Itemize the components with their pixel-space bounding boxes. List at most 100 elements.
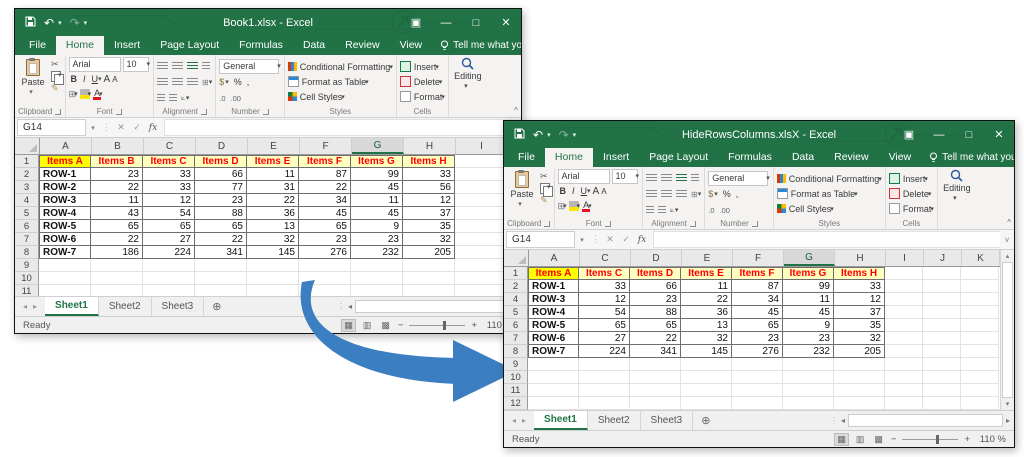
next-sheet-icon[interactable]: ▸ — [33, 302, 37, 311]
number-dialog-launcher[interactable] — [752, 221, 758, 227]
column-header-A[interactable]: A — [40, 138, 92, 154]
value-cell[interactable]: 23 — [732, 332, 783, 345]
value-cell[interactable]: 66 — [195, 168, 247, 181]
value-cell[interactable]: 232 — [783, 345, 834, 358]
expand-formula-bar-icon[interactable]: v — [1000, 235, 1014, 244]
value-cell[interactable]: 66 — [630, 280, 681, 293]
cell[interactable] — [834, 397, 885, 410]
align-left-icon[interactable] — [157, 78, 168, 87]
cell[interactable] — [39, 259, 91, 272]
cell[interactable] — [351, 259, 403, 272]
column-header-C[interactable]: C — [144, 138, 196, 154]
editing-button[interactable]: Editing ▾ — [452, 57, 484, 90]
copy-icon[interactable]: ▾ — [51, 71, 62, 81]
align-center-icon[interactable] — [661, 190, 672, 199]
row-header-11[interactable]: 11 — [504, 384, 528, 397]
value-cell[interactable]: 35 — [834, 319, 885, 332]
ribbon-display-options-icon[interactable]: ▣ — [894, 121, 924, 148]
cell[interactable] — [455, 259, 507, 272]
wrap-text-icon[interactable] — [202, 62, 210, 71]
undo-icon[interactable]: ↶ — [44, 17, 54, 29]
cell[interactable] — [455, 168, 507, 181]
qat-customize-icon[interactable]: ▾ — [573, 131, 577, 139]
align-bottom-icon[interactable] — [676, 174, 687, 183]
cell[interactable] — [834, 371, 885, 384]
header-cell[interactable]: Items D — [195, 155, 247, 168]
cell[interactable] — [579, 397, 630, 410]
value-cell[interactable]: 32 — [247, 233, 299, 246]
header-cell[interactable]: Items C — [143, 155, 195, 168]
cell[interactable] — [681, 358, 732, 371]
value-cell[interactable]: 9 — [351, 220, 403, 233]
cell[interactable] — [885, 358, 923, 371]
cell[interactable] — [143, 259, 195, 272]
value-cell[interactable]: 224 — [579, 345, 630, 358]
shrink-font-button[interactable]: A — [601, 187, 606, 196]
value-cell[interactable]: 145 — [681, 345, 732, 358]
cell[interactable] — [143, 285, 195, 296]
formula-input[interactable] — [164, 119, 521, 136]
cell[interactable] — [961, 371, 999, 384]
value-cell[interactable]: 88 — [195, 207, 247, 220]
value-cell[interactable]: 12 — [403, 194, 455, 207]
value-cell[interactable]: 11 — [91, 194, 143, 207]
header-cell[interactable]: Items D — [630, 267, 681, 280]
value-cell[interactable]: 65 — [195, 220, 247, 233]
value-cell[interactable]: 205 — [834, 345, 885, 358]
row-header-1[interactable]: 1 — [504, 267, 528, 280]
cell[interactable] — [885, 384, 923, 397]
value-cell[interactable]: 23 — [783, 332, 834, 345]
cell[interactable] — [579, 371, 630, 384]
zoom-out-icon[interactable]: − — [891, 434, 897, 445]
row-header-3[interactable]: 3 — [15, 181, 39, 194]
tell-me-box[interactable]: Tell me what you want to do — [432, 36, 522, 55]
grow-font-button[interactable]: A — [104, 74, 111, 85]
row-header-9[interactable]: 9 — [504, 358, 528, 371]
cancel-entry-icon[interactable]: ✕ — [602, 234, 618, 245]
value-cell[interactable]: 11 — [681, 280, 732, 293]
value-cell[interactable]: 224 — [143, 246, 195, 259]
column-header-E[interactable]: E — [682, 250, 733, 266]
header-cell[interactable]: Items E — [247, 155, 299, 168]
name-box-dropdown-icon[interactable]: ▾ — [575, 236, 589, 244]
cut-icon[interactable]: ✂ — [540, 171, 551, 181]
merge-center-icon[interactable]: ⊞ — [202, 78, 209, 87]
value-cell[interactable]: 23 — [195, 194, 247, 207]
value-cell[interactable]: 37 — [834, 306, 885, 319]
name-box[interactable]: G14 — [506, 231, 575, 248]
row-label-cell[interactable]: ROW-1 — [528, 280, 579, 293]
cell[interactable] — [885, 345, 923, 358]
number-format-select[interactable]: General — [708, 171, 768, 186]
cell[interactable] — [630, 358, 681, 371]
sheet-tab-sheet1[interactable]: Sheet1 — [534, 411, 588, 430]
value-cell[interactable]: 23 — [91, 168, 143, 181]
align-bottom-icon[interactable] — [187, 62, 198, 71]
row-header-10[interactable]: 10 — [504, 371, 528, 384]
value-cell[interactable]: 23 — [299, 233, 351, 246]
save-icon[interactable] — [514, 128, 525, 141]
confirm-entry-icon[interactable]: ✓ — [129, 122, 145, 133]
cell[interactable] — [834, 358, 885, 371]
cell-styles-button[interactable]: Cell Styles ▾ — [288, 90, 345, 103]
next-sheet-icon[interactable]: ▸ — [522, 416, 526, 425]
ribbon-tab-formulas[interactable]: Formulas — [229, 36, 293, 55]
delete-cells-button[interactable]: Delete ▾ — [400, 75, 443, 88]
header-cell[interactable]: Items F — [732, 267, 783, 280]
ribbon-tab-review[interactable]: Review — [335, 36, 389, 55]
ribbon-tab-data[interactable]: Data — [293, 36, 335, 55]
align-left-icon[interactable] — [646, 190, 657, 199]
cell[interactable] — [961, 293, 999, 306]
close-icon[interactable]: ✕ — [984, 121, 1014, 148]
vertical-scrollbar[interactable]: ▴ ▾ — [1000, 250, 1014, 410]
value-cell[interactable]: 33 — [143, 181, 195, 194]
horizontal-scroll-thumb[interactable] — [848, 414, 1003, 427]
value-cell[interactable]: 65 — [732, 319, 783, 332]
cell[interactable] — [528, 371, 579, 384]
value-cell[interactable]: 34 — [299, 194, 351, 207]
header-cell[interactable]: Items F — [299, 155, 351, 168]
increase-decimal-icon[interactable]: .0 — [219, 94, 225, 103]
format-as-table-button[interactable]: Format as Table ▾ — [288, 75, 369, 88]
column-header-H[interactable]: H — [404, 138, 456, 154]
value-cell[interactable]: 32 — [681, 332, 732, 345]
conditional-formatting-button[interactable]: Conditional Formatting ▾ — [288, 60, 393, 73]
